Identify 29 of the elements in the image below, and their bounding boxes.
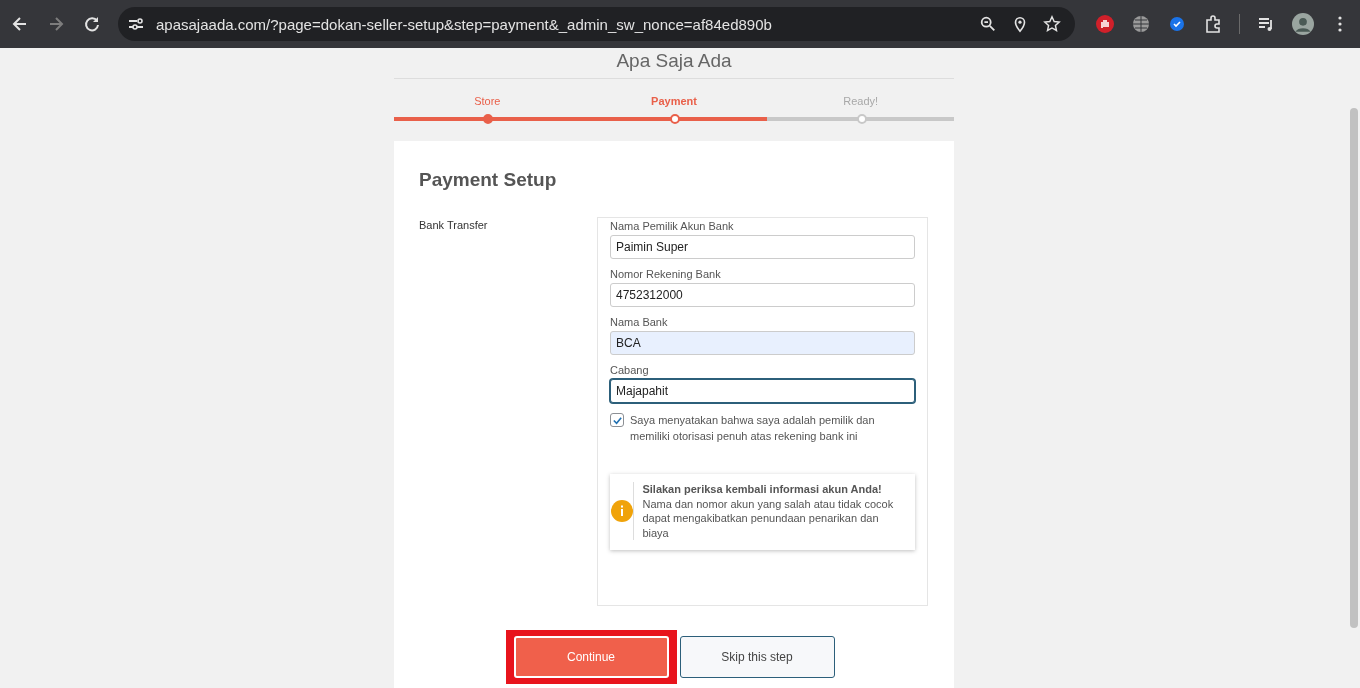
star-icon[interactable] (1043, 15, 1061, 33)
url-text: apasajaada.com/?page=dokan-seller-setup&step=payment&_admin_sw_nonce=af84ed890b (156, 15, 773, 33)
profile-avatar-icon[interactable] (1292, 13, 1314, 35)
notice-text: Nama dan nomor akun yang salah atau tidak cocok dapat mengakibatkan penundaan penarikan dan biaya (642, 496, 895, 540)
checkmark-badge-icon[interactable] (1167, 14, 1187, 34)
section-heading: Payment Setup (419, 169, 558, 191)
field-label: Nomor Rekening Bank (610, 268, 722, 280)
text-field[interactable]: Majapahit (610, 379, 915, 403)
field-label: Nama Bank (610, 316, 669, 328)
reload-icon[interactable] (82, 14, 102, 34)
text-field[interactable]: BCA (610, 331, 915, 355)
notice-title: Silakan periksa kembali informasi akun Anda! (642, 482, 883, 497)
checkbox[interactable] (610, 413, 624, 427)
address-bar[interactable]: apasajaada.com/?page=dokan-seller-setup&step=payment&_admin_sw_nonce=af84ed890b (118, 7, 1075, 41)
site-title: Apa Saja Ada (394, 48, 954, 79)
declaration-text: Saya menyatakan bahwa saya adalah pemilik dan memiliki otorisasi penuh atas rekening bank ini (630, 413, 876, 444)
globe-icon[interactable] (1131, 14, 1151, 34)
text-field[interactable]: Paimin Super (610, 235, 915, 259)
step-label: Ready! (842, 95, 880, 107)
field-label: Nama Pemilik Akun Bank (610, 220, 735, 232)
step-label: Payment (650, 95, 698, 107)
info-icon (610, 500, 633, 522)
skip-button[interactable]: Skip this step (679, 636, 835, 678)
zoom-out-icon[interactable] (979, 15, 997, 33)
step-label: Store (473, 95, 502, 107)
field-label: Cabang (610, 364, 650, 376)
field-group-label: Bank Transfer (419, 218, 489, 233)
text-field[interactable]: 4752312000 (610, 283, 915, 307)
extensions-icon[interactable] (1203, 14, 1223, 34)
